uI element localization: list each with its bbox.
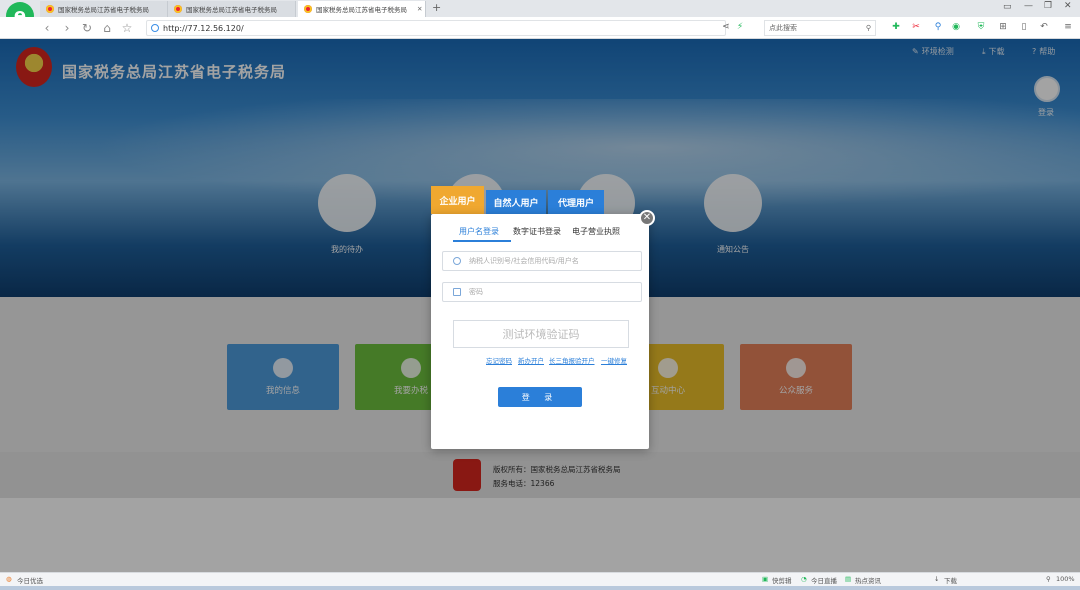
magnifier-icon[interactable]: ⚲	[932, 21, 944, 33]
tab-agent-user[interactable]: 代理用户	[548, 190, 604, 214]
close-tab-icon[interactable]: ✕	[417, 5, 422, 13]
tab-username-login[interactable]: 用户名登录	[459, 226, 499, 237]
share-icon[interactable]: ⋖	[720, 21, 732, 33]
home-icon[interactable]: ⌂	[100, 21, 114, 35]
refresh-icon[interactable]: ↻	[80, 21, 94, 35]
browser-tab[interactable]: 国家税务总局江苏省电子税务局	[168, 1, 296, 17]
close-window-icon[interactable]: ✕	[1064, 1, 1072, 11]
menu-icon[interactable]: ≡	[1062, 21, 1074, 33]
zoom-icon: ⚲	[1046, 575, 1051, 583]
download-status-icon: ↓	[934, 575, 940, 583]
undo-icon[interactable]: ↶	[1038, 21, 1050, 33]
forward-icon[interactable]: ›	[60, 21, 74, 35]
apps-icon[interactable]: ⊞	[997, 21, 1009, 33]
extension-icon[interactable]: ✚	[890, 21, 902, 33]
close-icon[interactable]: ✕	[639, 210, 655, 226]
browser-tab[interactable]: 国家税务总局江苏省电子税务局	[40, 1, 168, 17]
url-field[interactable]: http://77.12.56.120/	[146, 20, 726, 36]
forgot-password-link[interactable]: 忘记密码	[486, 355, 512, 365]
username-placeholder: 纳税人识别号/社会信用代码/用户名	[469, 257, 579, 265]
shield-icon[interactable]: ⛨	[975, 21, 987, 33]
search-placeholder: 点此搜索	[769, 24, 797, 32]
quick-cut-icon: ▣	[762, 575, 769, 583]
lightning-icon[interactable]: ⚡	[734, 21, 746, 33]
tab-title: 国家税务总局江苏省电子税务局	[58, 6, 149, 14]
tab-title: 国家税务总局江苏省电子税务局	[186, 6, 277, 14]
back-icon[interactable]: ‹	[40, 21, 54, 35]
star-icon[interactable]: ☆	[120, 21, 134, 35]
download-status-label[interactable]: 下载	[944, 575, 957, 585]
active-subtab-indicator	[453, 240, 511, 242]
site-favicon-icon	[304, 5, 312, 13]
pin-icon[interactable]: ▭	[1003, 2, 1012, 12]
username-field[interactable]: 纳税人识别号/社会信用代码/用户名	[442, 251, 642, 271]
new-account-link[interactable]: 新办开户	[518, 355, 544, 365]
tab-business-license-login[interactable]: 电子营业执照	[572, 226, 620, 237]
search-icon[interactable]: ⚲	[866, 24, 871, 32]
password-placeholder: 密码	[469, 288, 483, 296]
live-icon: ◔	[801, 575, 807, 583]
news-icon: ▤	[845, 575, 852, 583]
site-favicon-icon	[46, 5, 54, 13]
cut-icon[interactable]: ✂	[910, 21, 922, 33]
yangtze-delta-account-link[interactable]: 长三角报验开户	[549, 355, 595, 365]
browser-address-bar: ‹ › ↻ ⌂ ☆ http://77.12.56.120/ ⋖ ⚡ 点此搜索 …	[0, 17, 1080, 39]
user-icon	[453, 257, 461, 265]
login-button[interactable]: 登 录	[498, 387, 582, 407]
browser-status-bar: ◍ 今日优选 ▣ 快剪辑 ◔ 今日直播 ▤ 热点资讯 ↓ 下载 ⚲ 100%	[0, 572, 1080, 586]
lock-icon	[453, 288, 461, 296]
live-label[interactable]: 今日直播	[811, 575, 837, 585]
today-picks-icon: ◍	[6, 575, 12, 583]
today-picks-label[interactable]: 今日优选	[17, 575, 43, 585]
captcha-field[interactable]: 测试环境验证码	[453, 320, 629, 348]
browser-tab-bar: e 国家税务总局江苏省电子税务局 国家税务总局江苏省电子税务局 国家税务总局江苏…	[0, 0, 1080, 30]
one-click-repair-link[interactable]: 一键修复	[601, 355, 627, 365]
news-label[interactable]: 热点资讯	[855, 575, 881, 585]
tab-natural-person-user[interactable]: 自然人用户	[486, 190, 546, 214]
new-tab-button[interactable]: +	[432, 1, 441, 14]
zoom-level[interactable]: 100%	[1056, 575, 1075, 583]
tab-enterprise-user[interactable]: 企业用户	[431, 186, 484, 214]
globe-icon	[151, 24, 159, 32]
search-input[interactable]: 点此搜索 ⚲	[764, 20, 876, 36]
restore-icon[interactable]: ❐	[1044, 1, 1052, 11]
tab-certificate-login[interactable]: 数字证书登录	[513, 226, 561, 237]
os-taskbar	[0, 586, 1080, 590]
quick-cut-label[interactable]: 快剪辑	[772, 575, 792, 585]
game-icon[interactable]: ◉	[950, 21, 962, 33]
url-text: http://77.12.56.120/	[163, 23, 244, 33]
minimize-icon[interactable]: —	[1024, 1, 1033, 11]
tablet-icon[interactable]: ▯	[1018, 21, 1030, 33]
tab-title: 国家税务总局江苏省电子税务局	[316, 6, 407, 14]
browser-tab-active[interactable]: 国家税务总局江苏省电子税务局 ✕	[298, 1, 426, 17]
site-favicon-icon	[174, 5, 182, 13]
password-field[interactable]: 密码	[442, 282, 642, 302]
